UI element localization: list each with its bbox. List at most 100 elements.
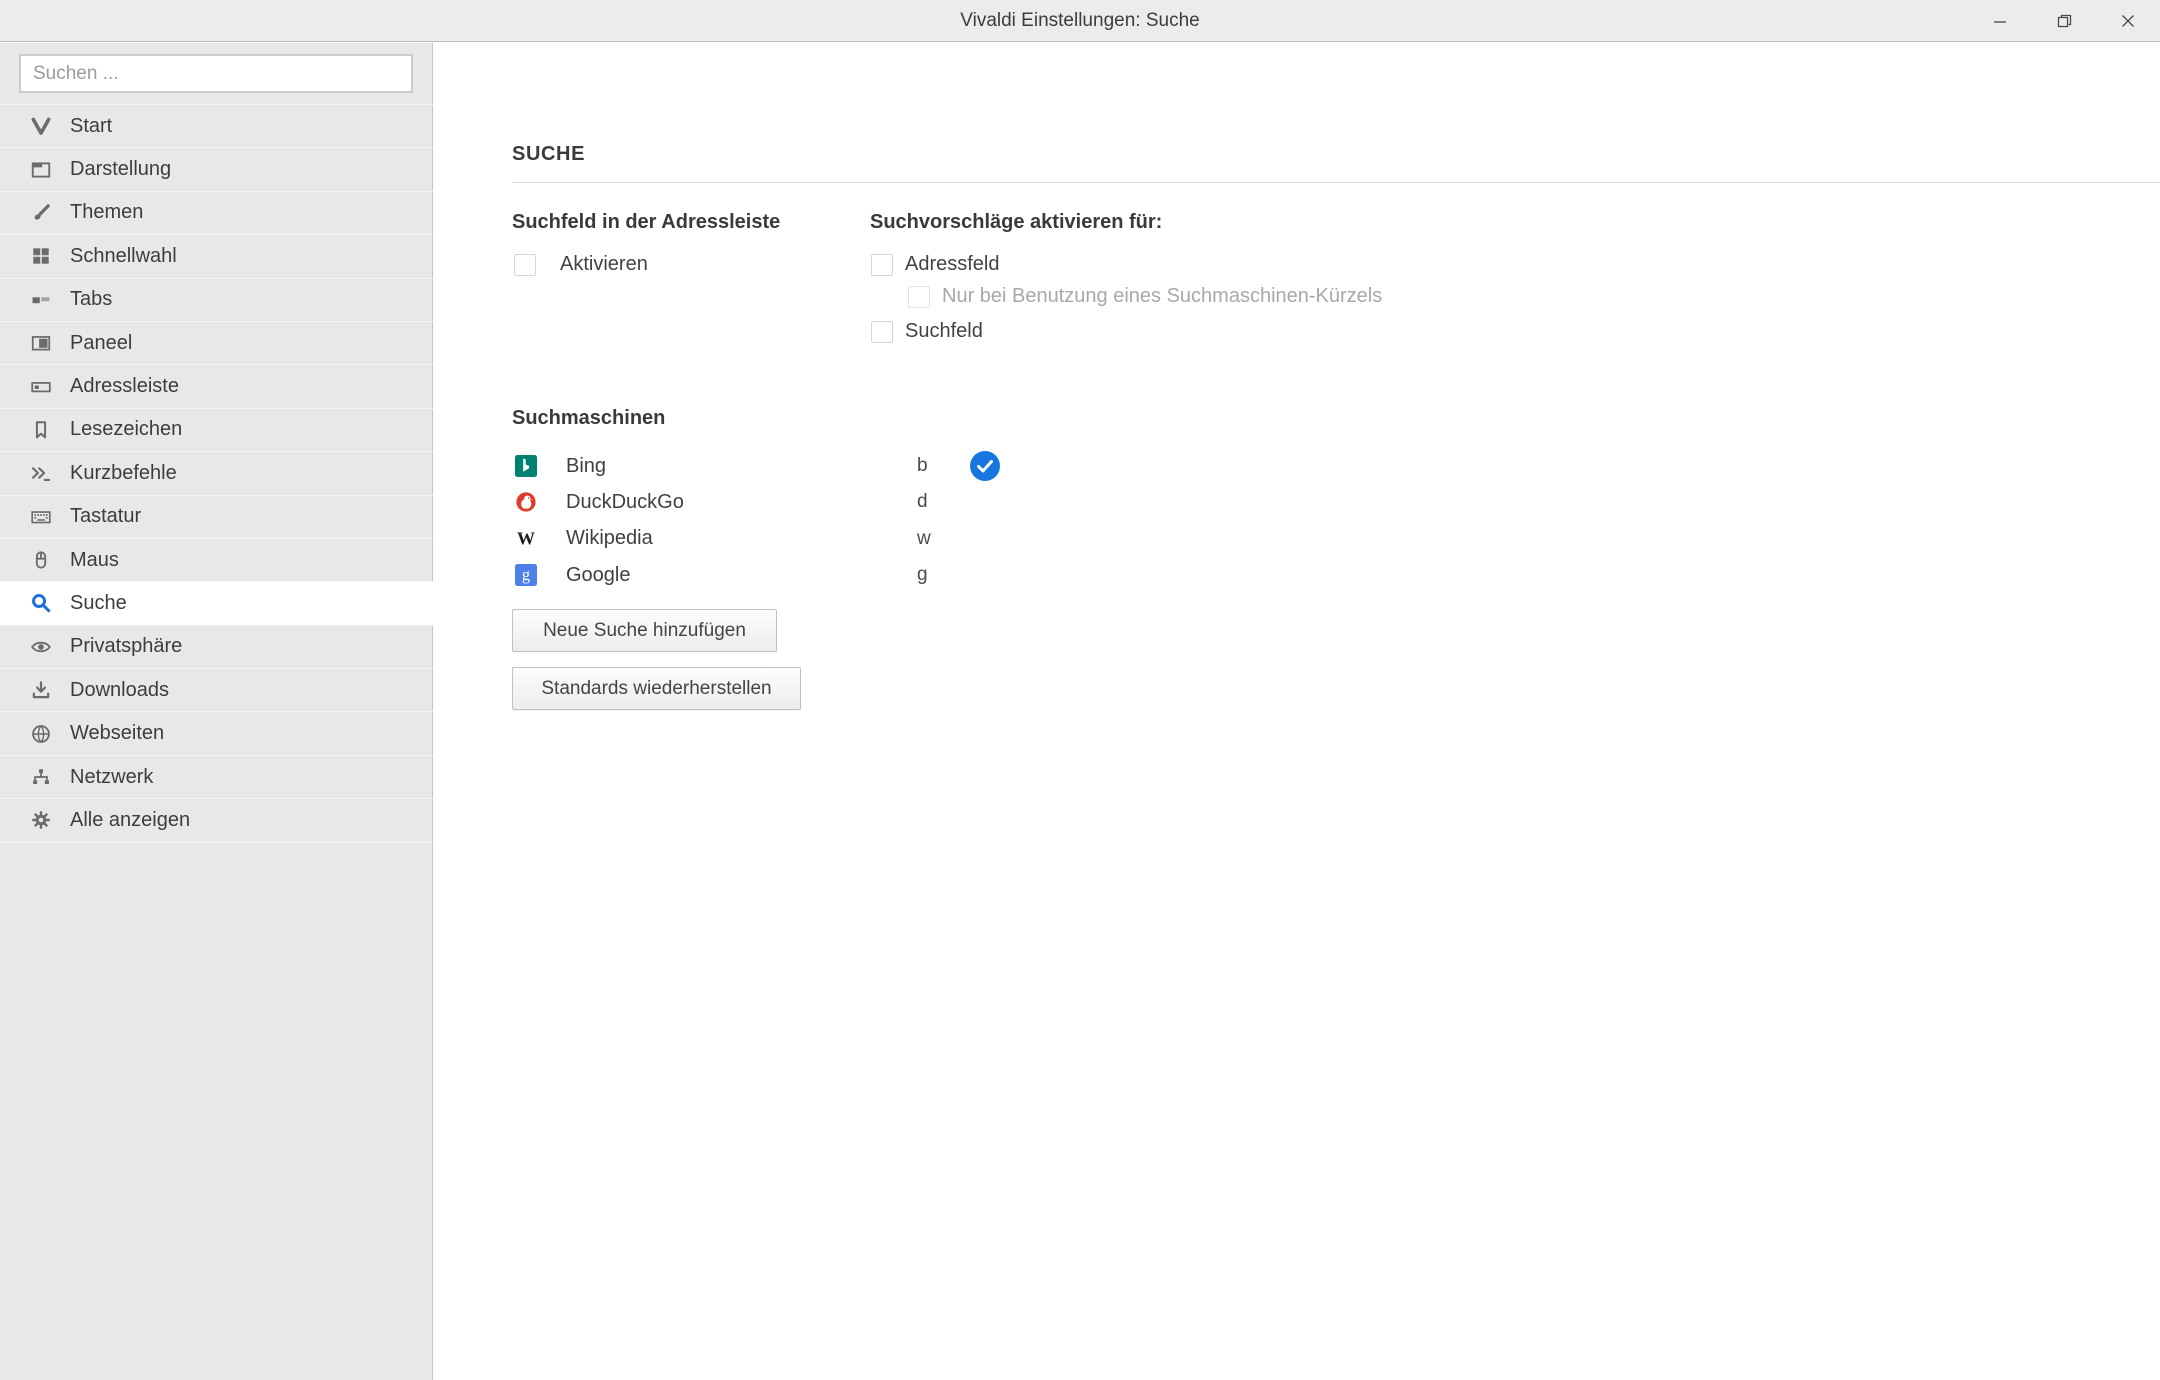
google-icon: g [515,564,537,586]
settings-sidebar: Start Darstellung Themen Schnellwahl Tabs Pan… [0,43,433,1380]
sidebar-item-tastatur[interactable]: Tastatur [0,496,433,539]
svg-text:W: W [517,528,535,548]
sidebar-item-netzwerk[interactable]: Netzwerk [0,756,433,799]
adressfeld-checkbox-label: Adressfeld [905,253,1000,276]
engine-row-duckduckgo[interactable]: DuckDuckGo d [512,484,1212,520]
engines-section-title: Suchmaschinen [512,407,665,430]
window-appearance-icon [30,159,52,181]
bookmark-icon [30,419,52,441]
eye-icon [30,636,52,658]
keyboard-icon [30,506,52,528]
sidebar-item-suche[interactable]: Suche [0,582,434,625]
aktivieren-checkbox-row: Aktivieren [514,253,648,276]
wikipedia-icon: W [515,528,537,550]
suchfeld-checkbox-label: Suchfeld [905,320,983,343]
sidebar-item-privatsphaere[interactable]: Privatsphäre [0,626,433,669]
engine-nickname[interactable]: w [917,528,931,550]
paintbrush-icon [30,202,52,224]
sidebar-item-label: Adressleiste [70,375,179,398]
addressbar-section-title: Suchfeld in der Adressleiste [512,211,780,234]
sidebar-item-schnellwahl[interactable]: Schnellwahl [0,235,433,278]
suchfeld-checkbox[interactable] [871,321,893,343]
addressbar-icon [30,376,52,398]
sidebar-item-label: Tabs [70,288,112,311]
sidebar-item-label: Suche [70,592,127,615]
restore-icon [2057,14,2072,29]
settings-search-input[interactable] [19,54,413,93]
globe-icon [30,723,52,745]
sidebar-item-label: Downloads [70,679,169,702]
sidebar-item-downloads[interactable]: Downloads [0,669,433,712]
engine-nickname[interactable]: g [917,564,928,586]
suchmaschinen-kuerzel-checkbox-label: Nur bei Benutzung eines Suchmaschinen-Kü… [942,285,1382,308]
sidebar-item-label: Webseiten [70,722,164,745]
engine-row-wikipedia[interactable]: W Wikipedia w [512,521,1212,557]
duckduckgo-icon [515,491,537,513]
suchfeld-checkbox-row: Suchfeld [871,320,983,343]
sidebar-item-lesezeichen[interactable]: Lesezeichen [0,409,433,452]
heading-divider [512,182,2160,183]
sidebar-item-label: Maus [70,549,119,572]
network-icon [30,766,52,788]
vivaldi-logo-icon [30,115,52,137]
sidebar-item-label: Start [70,115,112,138]
engine-name: Wikipedia [566,527,653,550]
engine-row-google[interactable]: g Google g [512,557,1212,593]
suchmaschinen-kuerzel-checkbox [908,286,930,308]
adressfeld-checkbox[interactable] [871,254,893,276]
engine-nickname[interactable]: d [917,491,928,513]
maximize-restore-button[interactable] [2032,0,2096,42]
title-bar: Vivaldi Einstellungen: Suche [0,0,2160,42]
engine-name: Google [566,564,631,587]
sidebar-item-maus[interactable]: Maus [0,539,433,582]
page-title: SUCHE [512,143,585,166]
search-settings-page: SUCHE Suchfeld in der Adressleiste Aktiv… [434,43,2160,1380]
bing-icon [515,455,537,477]
sidebar-item-label: Alle anzeigen [70,809,190,832]
panel-icon [30,332,52,354]
sidebar-item-themen[interactable]: Themen [0,192,433,235]
sidebar-item-label: Paneel [70,332,132,355]
window-controls [1968,0,2160,42]
settings-nav: Start Darstellung Themen Schnellwahl Tabs Pan… [0,104,433,843]
search-icon [30,592,52,614]
sidebar-item-label: Lesezeichen [70,418,182,441]
command-prompt-icon [30,462,52,484]
add-search-button[interactable]: Neue Suche hinzufügen [512,609,777,652]
sidebar-item-label: Netzwerk [70,766,153,789]
engine-nickname[interactable]: b [917,455,928,477]
engine-row-bing[interactable]: Bing b [512,448,1212,484]
tabs-icon [30,289,52,311]
minimize-icon [1993,14,2007,28]
sidebar-item-alle-anzeigen[interactable]: Alle anzeigen [0,799,433,842]
suchmaschinen-kuerzel-checkbox-row: Nur bei Benutzung eines Suchmaschinen-Kü… [908,285,1382,308]
gear-icon [30,809,52,831]
minimize-button[interactable] [1968,0,2032,42]
sidebar-item-paneel[interactable]: Paneel [0,322,433,365]
download-icon [30,679,52,701]
sidebar-item-label: Themen [70,201,143,224]
default-engine-check-icon[interactable] [970,451,1000,481]
sidebar-item-darstellung[interactable]: Darstellung [0,148,433,191]
window-title: Vivaldi Einstellungen: Suche [960,10,1199,32]
aktivieren-checkbox[interactable] [514,254,536,276]
grid-icon [30,245,52,267]
sidebar-item-tabs[interactable]: Tabs [0,279,433,322]
engine-name: DuckDuckGo [566,491,684,514]
aktivieren-checkbox-label: Aktivieren [560,253,648,276]
suggestions-section-title: Suchvorschläge aktivieren für: [870,211,1162,234]
mouse-icon [30,549,52,571]
close-button[interactable] [2096,0,2160,42]
restore-defaults-button[interactable]: Standards wiederherstellen [512,667,801,710]
engine-name: Bing [566,455,606,478]
adressfeld-checkbox-row: Adressfeld [871,253,1000,276]
sidebar-item-label: Privatsphäre [70,635,182,658]
search-engine-list: BingbDuckDuckGodWWikipediawgGoogleg [512,448,1212,593]
sidebar-item-webseiten[interactable]: Webseiten [0,712,433,755]
sidebar-item-kurzbefehle[interactable]: Kurzbefehle [0,452,433,495]
sidebar-item-label: Schnellwahl [70,245,177,268]
sidebar-item-adressleiste[interactable]: Adressleiste [0,365,433,408]
sidebar-item-label: Tastatur [70,505,141,528]
sidebar-item-start[interactable]: Start [0,105,433,148]
svg-text:g: g [522,565,530,584]
